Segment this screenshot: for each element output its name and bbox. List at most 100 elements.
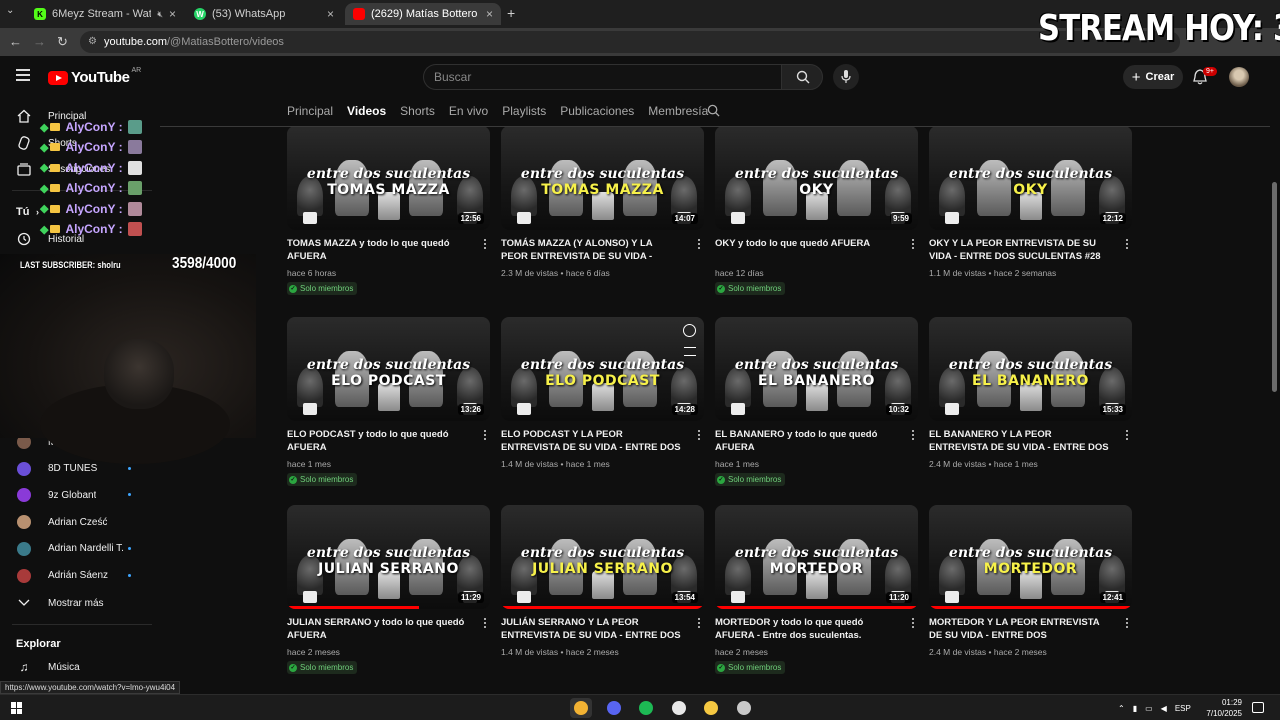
video-card[interactable]: entre dos suculentas ELO PODCAST 14:28 ELO … bbox=[501, 317, 704, 469]
video-title[interactable]: OKY y todo lo que quedó AFUERA bbox=[715, 237, 895, 250]
video-card[interactable]: entre dos suculentas MORTEDOR 12:41 MORTEDO… bbox=[929, 505, 1132, 657]
taskbar-clock-icon[interactable] bbox=[668, 698, 690, 718]
video-thumbnail[interactable]: entre dos suculentas MORTEDOR 12:41 bbox=[929, 505, 1132, 609]
system-clock[interactable]: 01:29 7/10/2025 bbox=[1204, 697, 1242, 719]
tab-whatsapp[interactable]: W (53) WhatsApp × bbox=[186, 3, 342, 25]
video-card[interactable]: entre dos suculentas TOMAS MAZZA 12:56 TOMA… bbox=[287, 127, 490, 295]
sidebar-subscription-item[interactable]: 9z Globant bbox=[0, 484, 156, 506]
video-title[interactable]: TOMÁS MAZZA (Y ALONSO) Y LA PEOR ENTREVI… bbox=[501, 237, 681, 263]
video-title[interactable]: MORTEDOR Y LA PEOR ENTREVISTA DE SU VIDA… bbox=[929, 616, 1109, 642]
account-avatar[interactable] bbox=[1229, 67, 1249, 87]
more-actions-icon[interactable] bbox=[1125, 429, 1129, 441]
video-thumbnail[interactable]: entre dos suculentas OKY 12:12 bbox=[929, 127, 1132, 230]
video-title[interactable]: OKY Y LA PEOR ENTREVISTA DE SU VIDA - EN… bbox=[929, 237, 1109, 263]
sidebar-item-music[interactable]: ♫ Música bbox=[0, 656, 156, 678]
site-info-icon[interactable]: ⚙︎ bbox=[88, 31, 97, 53]
watch-later-icon[interactable] bbox=[683, 324, 696, 337]
tab-membresía[interactable]: Membresía bbox=[648, 98, 708, 124]
video-card[interactable]: entre dos suculentas JULIAN SERRANO 13:54 J… bbox=[501, 505, 704, 657]
close-tab-icon[interactable]: × bbox=[327, 7, 334, 21]
url-field[interactable]: ⚙︎ youtube.com/@MatiasBottero/videos bbox=[80, 31, 1180, 53]
close-tab-icon[interactable]: × bbox=[486, 7, 493, 21]
more-actions-icon[interactable] bbox=[483, 617, 487, 629]
reload-icon[interactable]: ↻ bbox=[57, 34, 68, 50]
taskbar-chrome-icon[interactable] bbox=[570, 698, 592, 718]
back-icon[interactable]: ← bbox=[9, 34, 22, 49]
video-thumbnail[interactable]: entre dos suculentas JULIAN SERRANO 13:54 bbox=[501, 505, 704, 609]
video-thumbnail[interactable]: entre dos suculentas TOMAS MAZZA 12:56 bbox=[287, 127, 490, 230]
video-thumbnail[interactable]: entre dos suculentas MORTEDOR 11:20 bbox=[715, 505, 918, 609]
video-thumbnail[interactable]: entre dos suculentas JULIAN SERRANO 11:29 bbox=[287, 505, 490, 609]
scrollbar-thumb[interactable] bbox=[1272, 182, 1277, 392]
voice-search-button[interactable] bbox=[833, 64, 859, 90]
more-actions-icon[interactable] bbox=[1125, 238, 1129, 250]
video-title[interactable]: EL BANANERO Y LA PEOR ENTREVISTA DE SU V… bbox=[929, 428, 1109, 454]
video-thumbnail[interactable]: entre dos suculentas ELO PODCAST 13:26 bbox=[287, 317, 490, 421]
sidebar-subscription-item[interactable]: Adrian Nardelli T... bbox=[0, 538, 156, 560]
more-actions-icon[interactable] bbox=[697, 429, 701, 441]
mute-icon[interactable]: 🔇︎ bbox=[157, 9, 163, 20]
video-card[interactable]: entre dos suculentas OKY 12:12 OKY Y LA PEO… bbox=[929, 127, 1132, 278]
video-card[interactable]: entre dos suculentas EL BANANERO 10:32 EL B… bbox=[715, 317, 918, 486]
tab-videos[interactable]: Videos bbox=[347, 98, 386, 124]
create-button[interactable]: + Crear bbox=[1123, 65, 1183, 89]
youtube-logo[interactable]: YouTube AR bbox=[48, 67, 141, 86]
video-card[interactable]: entre dos suculentas OKY 9:59 OKY y todo lo… bbox=[715, 127, 918, 295]
video-title[interactable]: ELO PODCAST Y LA PEOR ENTREVISTA DE SU V… bbox=[501, 428, 681, 454]
taskbar-app-icon[interactable] bbox=[733, 698, 755, 718]
more-actions-icon[interactable] bbox=[697, 238, 701, 250]
video-card[interactable]: entre dos suculentas MORTEDOR 11:20 MORTEDO… bbox=[715, 505, 918, 674]
chevron-up-icon[interactable]: ⌃ bbox=[1118, 704, 1125, 713]
taskbar-discord-icon[interactable] bbox=[603, 698, 625, 718]
new-tab-button[interactable]: + bbox=[507, 5, 515, 21]
sidebar-subscription-item[interactable]: Adrián Sáenz bbox=[0, 565, 156, 587]
video-thumbnail[interactable]: entre dos suculentas OKY 9:59 bbox=[715, 127, 918, 230]
more-actions-icon[interactable] bbox=[483, 238, 487, 250]
tab-shorts[interactable]: Shorts bbox=[400, 98, 435, 124]
video-card[interactable]: entre dos suculentas TOMAS MAZZA 14:07 TOMÁ… bbox=[501, 127, 704, 278]
page-scrollbar[interactable] bbox=[1270, 127, 1278, 694]
video-title[interactable]: JULIAN SERRANO y todo lo que quedó AFUER… bbox=[287, 616, 467, 642]
add-to-queue-icon[interactable] bbox=[684, 347, 696, 356]
more-actions-icon[interactable] bbox=[697, 617, 701, 629]
video-card[interactable]: entre dos suculentas JULIAN SERRANO 11:29 J… bbox=[287, 505, 490, 674]
video-title[interactable]: ELO PODCAST y todo lo que quedó AFUERA bbox=[287, 428, 467, 454]
more-actions-icon[interactable] bbox=[911, 617, 915, 629]
tab-list-icon[interactable]: ⌄ bbox=[6, 5, 14, 16]
video-thumbnail[interactable]: entre dos suculentas EL BANANERO 15:33 bbox=[929, 317, 1132, 421]
video-title[interactable]: TOMAS MAZZA y todo lo que quedó AFUERA bbox=[287, 237, 467, 263]
search-input[interactable]: Buscar bbox=[423, 64, 781, 90]
video-card[interactable]: entre dos suculentas EL BANANERO 15:33 EL B… bbox=[929, 317, 1132, 469]
taskbar-folder-icon[interactable] bbox=[700, 698, 722, 718]
volume-icon[interactable]: ◀︎ bbox=[1161, 704, 1167, 713]
more-actions-icon[interactable] bbox=[483, 429, 487, 441]
tab-youtube[interactable]: (2629) Matías Bottero - YouTube × bbox=[345, 3, 501, 25]
video-title[interactable]: EL BANANERO y todo lo que quedó AFUERA bbox=[715, 428, 895, 454]
more-actions-icon[interactable] bbox=[1125, 617, 1129, 629]
network-icon[interactable]: ▭ bbox=[1145, 704, 1153, 713]
more-actions-icon[interactable] bbox=[911, 238, 915, 250]
menu-icon[interactable] bbox=[16, 69, 30, 81]
notification-center-icon[interactable] bbox=[1252, 702, 1264, 713]
video-title[interactable]: JULIÁN SERRANO Y LA PEOR ENTREVISTA DE S… bbox=[501, 616, 681, 642]
forward-icon[interactable]: → bbox=[33, 34, 46, 49]
video-title[interactable]: MORTEDOR y todo lo que quedó AFUERA - En… bbox=[715, 616, 895, 642]
sidebar-subscription-item[interactable]: Adrian Cześć bbox=[0, 511, 156, 533]
search-button[interactable] bbox=[781, 64, 823, 90]
microphone-tray-icon[interactable]: ▮ bbox=[1133, 704, 1137, 713]
tab-en-vivo[interactable]: En vivo bbox=[449, 98, 488, 124]
show-more-button[interactable]: Mostrar más bbox=[0, 592, 156, 614]
language-indicator[interactable]: ESP bbox=[1175, 704, 1191, 713]
tab-kick-stream[interactable]: K 6Meyz Stream - Watch Live 🔇︎ × bbox=[26, 3, 184, 25]
tab-principal[interactable]: Principal bbox=[287, 98, 333, 124]
video-thumbnail[interactable]: entre dos suculentas EL BANANERO 10:32 bbox=[715, 317, 918, 421]
more-actions-icon[interactable] bbox=[911, 429, 915, 441]
video-card[interactable]: entre dos suculentas ELO PODCAST 13:26 ELO … bbox=[287, 317, 490, 486]
windows-start-icon[interactable] bbox=[11, 702, 23, 714]
video-thumbnail[interactable]: entre dos suculentas TOMAS MAZZA 14:07 bbox=[501, 127, 704, 230]
video-thumbnail[interactable]: entre dos suculentas ELO PODCAST 14:28 bbox=[501, 317, 704, 421]
tab-publicaciones[interactable]: Publicaciones bbox=[560, 98, 634, 124]
channel-search-icon[interactable] bbox=[707, 104, 720, 117]
taskbar-spotify-icon[interactable] bbox=[635, 698, 657, 718]
tab-playlists[interactable]: Playlists bbox=[502, 98, 546, 124]
